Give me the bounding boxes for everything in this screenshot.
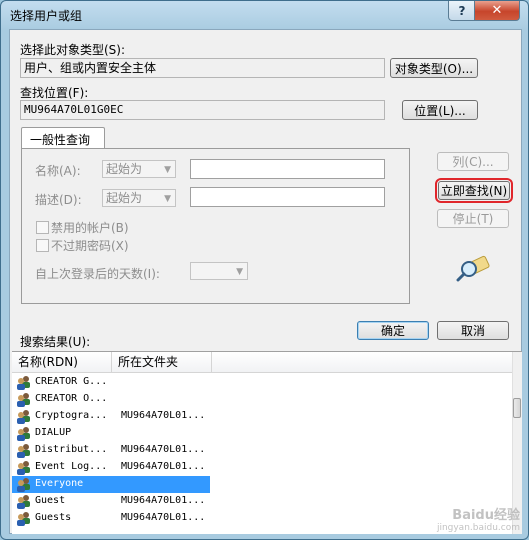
row-name: CREATOR G... xyxy=(35,376,108,387)
description-mode-select[interactable]: 起始为 ▼ xyxy=(102,189,176,207)
tab-label: 一般性查询 xyxy=(30,133,91,147)
search-results-label: 搜索结果(U): xyxy=(20,335,91,349)
non-expiring-password-checkbox[interactable] xyxy=(36,239,49,252)
row-folder: MU964A70L01... xyxy=(121,410,206,421)
row-name: DIALUP xyxy=(35,427,72,438)
tab-common-queries[interactable]: 一般性查询 xyxy=(21,127,105,150)
object-types-button[interactable]: 对象类型(O)... xyxy=(390,58,478,78)
magnifier-icon xyxy=(456,251,492,283)
location-label: 查找位置(F): xyxy=(20,86,89,100)
table-row[interactable]: Cryptogra... MU964A70L01... xyxy=(12,408,512,425)
close-button[interactable]: ✕ xyxy=(474,1,520,21)
location-value: MU964A70L01G0EC xyxy=(20,100,385,120)
row-name: Distribut... xyxy=(35,444,108,455)
non-expiring-password-label: 不过期密码(X) xyxy=(51,239,129,253)
description-mode-value: 起始为 xyxy=(106,191,143,205)
name-mode-value: 起始为 xyxy=(106,162,143,176)
users-icon xyxy=(16,392,32,407)
help-button[interactable]: ? xyxy=(448,1,476,21)
row-name: Everyone xyxy=(35,478,84,489)
days-since-login-label: 自上次登录后的天数(I): xyxy=(35,267,160,281)
row-name: Event Log... xyxy=(35,461,108,472)
table-row[interactable]: Distribut... MU964A70L01... xyxy=(12,442,512,459)
chevron-down-icon: ▼ xyxy=(164,194,171,204)
users-icon xyxy=(16,511,32,526)
row-folder: MU964A70L01... xyxy=(121,512,206,523)
cancel-button[interactable]: 取消 xyxy=(437,321,509,340)
column-header-folder[interactable]: 所在文件夹 xyxy=(112,352,212,373)
window-title: 选择用户或组 xyxy=(10,9,83,23)
users-icon xyxy=(16,409,32,424)
users-icon xyxy=(16,494,32,509)
table-row[interactable]: DIALUP xyxy=(12,425,512,442)
watermark-line-2: jingyan.baidu.com xyxy=(436,523,520,533)
table-row[interactable]: Event Log... MU964A70L01... xyxy=(12,459,512,476)
common-queries-panel: 名称(A): 起始为 ▼ 描述(D): 起始为 ▼ 禁用的帐户(B) 不过期密码… xyxy=(21,148,410,304)
columns-button[interactable]: 列(C)... xyxy=(437,152,509,171)
find-now-button[interactable]: 立即查找(N) xyxy=(435,178,513,203)
name-mode-select[interactable]: 起始为 ▼ xyxy=(102,160,176,178)
disabled-accounts-checkbox[interactable] xyxy=(36,221,49,234)
ok-button[interactable]: 确定 xyxy=(357,321,429,340)
disabled-accounts-label: 禁用的帐户(B) xyxy=(51,221,129,235)
chevron-down-icon: ▼ xyxy=(164,165,171,175)
description-input[interactable] xyxy=(190,187,385,207)
row-name: Cryptogra... xyxy=(35,410,108,421)
dialog-window: 选择用户或组 ? ✕ 选择此对象类型(S): 用户、组或内置安全主体 对象类型(… xyxy=(0,0,529,540)
row-folder: MU964A70L01... xyxy=(121,461,206,472)
name-input[interactable] xyxy=(190,159,385,179)
dialog-body: 选择此对象类型(S): 用户、组或内置安全主体 对象类型(O)... 查找位置(… xyxy=(9,29,522,534)
name-label: 名称(A): xyxy=(35,164,81,178)
users-icon xyxy=(16,375,32,390)
days-since-login-select[interactable]: ▼ xyxy=(190,262,248,280)
users-icon xyxy=(16,426,32,441)
table-row[interactable]: CREATOR G... xyxy=(12,374,512,391)
column-header-name[interactable]: 名称(RDN) xyxy=(12,352,112,373)
users-icon xyxy=(16,443,32,458)
scrollbar-thumb[interactable] xyxy=(513,398,521,418)
table-row[interactable]: Everyone xyxy=(12,476,512,493)
column-header-filler xyxy=(212,352,512,373)
watermark-logo: Baidu经验 jingyan.baidu.com xyxy=(437,504,520,533)
table-row[interactable]: CREATOR O... xyxy=(12,391,512,408)
chevron-down-icon: ▼ xyxy=(236,267,243,277)
stop-button[interactable]: 停止(T) xyxy=(437,209,509,228)
row-name: Guest xyxy=(35,495,66,506)
row-name: Guests xyxy=(35,512,72,523)
watermark-line-1: Baidu经验 xyxy=(452,508,520,523)
object-type-value: 用户、组或内置安全主体 xyxy=(20,58,385,78)
row-folder: MU964A70L01... xyxy=(121,444,206,455)
row-name: CREATOR O... xyxy=(35,393,108,404)
object-type-label: 选择此对象类型(S): xyxy=(20,43,126,57)
locations-button[interactable]: 位置(L)... xyxy=(402,100,478,120)
description-label: 描述(D): xyxy=(35,193,82,207)
users-icon xyxy=(16,460,32,475)
users-icon xyxy=(16,477,32,492)
row-folder: MU964A70L01... xyxy=(121,495,206,506)
